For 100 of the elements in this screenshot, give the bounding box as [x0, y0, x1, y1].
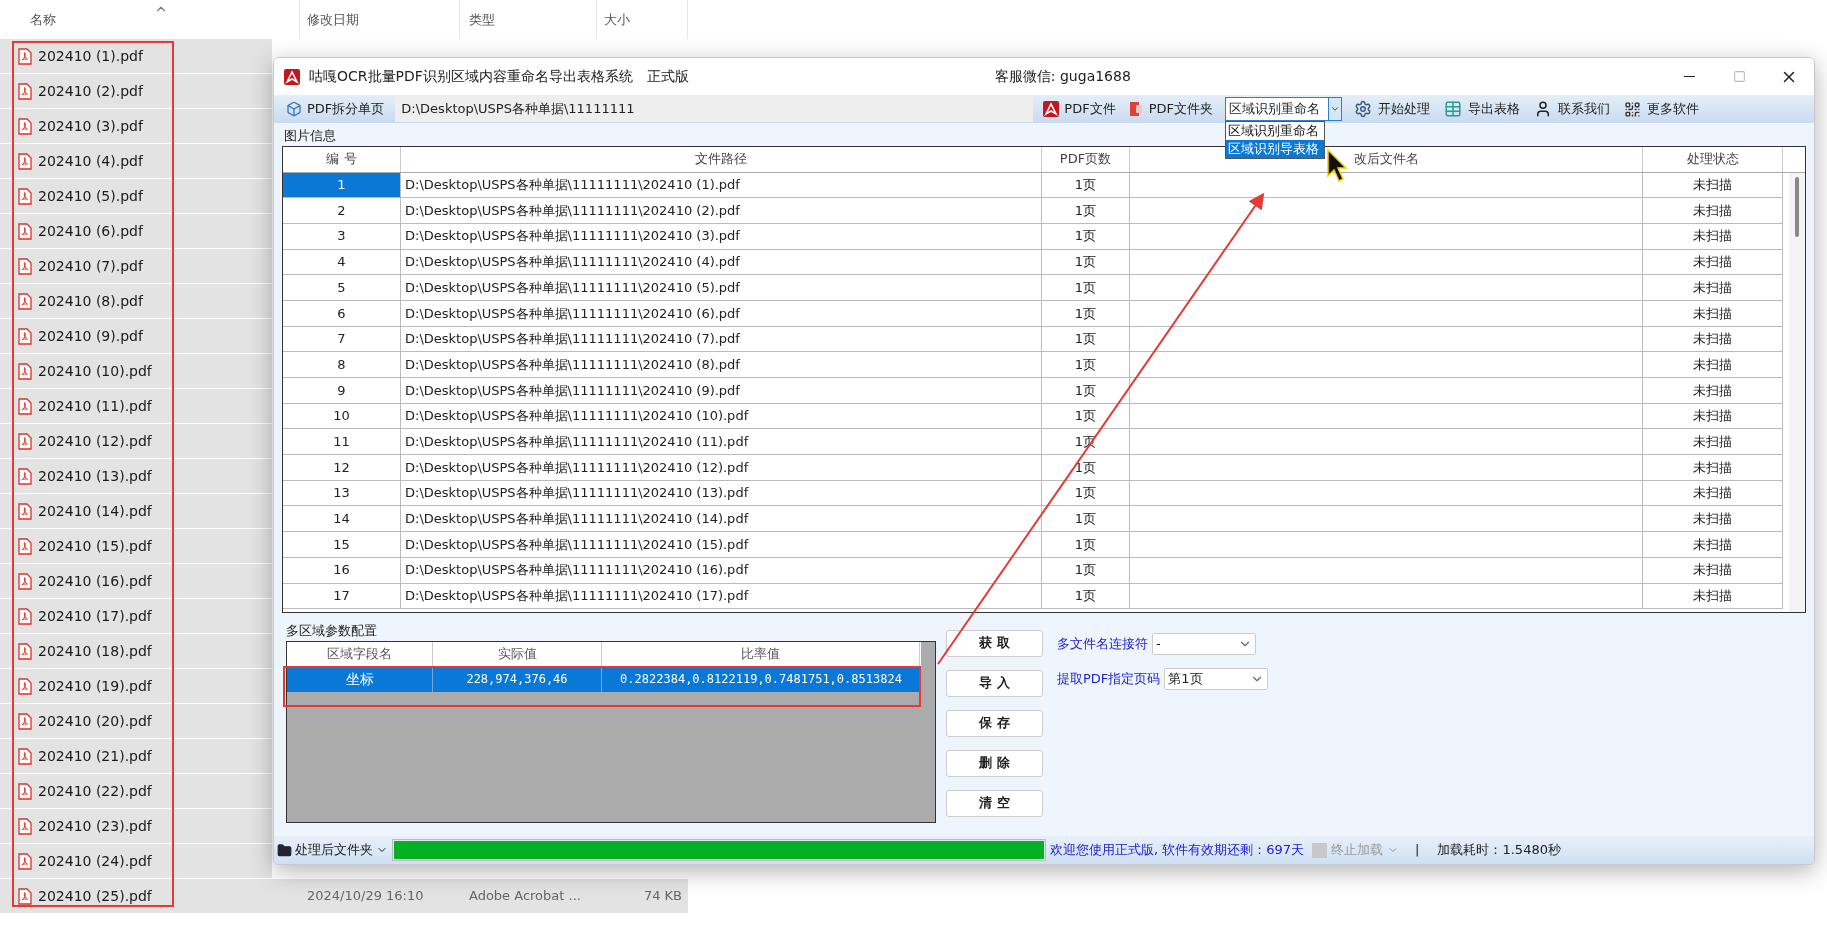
split-pages-button[interactable]: PDF拆分单页 — [284, 96, 387, 122]
dropdown-option[interactable]: 区域识别重命名 — [1226, 122, 1324, 140]
table-cell: 228,974,376,46 — [433, 666, 602, 692]
column-header[interactable]: 大小 — [604, 9, 630, 30]
table-cell: 1页 — [1042, 583, 1130, 609]
file-row[interactable]: 202410 (18).pdf — [0, 634, 272, 669]
region-action-button[interactable]: 保 存 — [946, 709, 1043, 737]
table-cell: 1页 — [1042, 403, 1130, 429]
scrollbar[interactable] — [1789, 172, 1805, 612]
output-folder-button[interactable]: 处理后文件夹 — [277, 840, 388, 860]
table-cell: 坐标 — [287, 666, 433, 692]
file-row[interactable]: 202410 (12).pdf — [0, 424, 272, 459]
column-header[interactable]: 修改日期 — [307, 9, 359, 30]
region-action-button[interactable]: 导 入 — [946, 669, 1043, 697]
option-select[interactable]: - — [1152, 632, 1256, 655]
pdf-file-icon — [18, 572, 32, 590]
table-cell: 11 — [283, 429, 401, 455]
file-row[interactable]: 202410 (21).pdf — [0, 739, 272, 774]
table-cell: 1页 — [1042, 557, 1130, 583]
file-row[interactable]: 202410 (4).pdf — [0, 144, 272, 179]
file-row[interactable]: 202410 (22).pdf — [0, 774, 272, 809]
file-row[interactable]: 202410 (19).pdf — [0, 669, 272, 704]
section-title: 多区域参数配置 — [286, 621, 378, 640]
edition-label: 正式版 — [646, 67, 689, 86]
file-row[interactable]: 202410 (10).pdf — [0, 354, 272, 389]
file-row[interactable]: 202410 (23).pdf — [0, 809, 272, 844]
file-name: 202410 (17).pdf — [38, 606, 152, 626]
mode-dropdown[interactable]: 区域识别重命名 — [1225, 97, 1342, 121]
file-row[interactable]: 202410 (8).pdf — [0, 284, 272, 319]
file-name: 202410 (4).pdf — [38, 151, 143, 171]
file-row[interactable]: 202410 (6).pdf — [0, 214, 272, 249]
table-cell: 17 — [283, 583, 401, 609]
table-cell: 1页 — [1042, 275, 1130, 300]
file-row[interactable]: 202410 (2).pdf — [0, 74, 272, 109]
table-cell: D:\Desktop\USPS各种单据\11111111\202410 (16).pdf — [401, 557, 1042, 583]
file-row[interactable]: 202410 (13).pdf — [0, 459, 272, 494]
pdf-file-icon — [18, 677, 32, 695]
file-row[interactable]: 202410 (9).pdf — [0, 319, 272, 354]
file-row[interactable]: 202410 (16).pdf — [0, 564, 272, 599]
toolbar-button[interactable]: 更多软件 — [1622, 96, 1701, 122]
table-cell: 未扫描 — [1643, 480, 1783, 506]
table-cell: D:\Desktop\USPS各种单据\11111111\202410 (7).pdf — [401, 326, 1042, 352]
file-row[interactable]: 202410 (11).pdf — [0, 389, 272, 424]
toolbar-button[interactable]: 导出表格 — [1442, 96, 1522, 122]
toolbar-button[interactable]: 联系我们 — [1532, 96, 1612, 122]
file-row[interactable]: 202410 (5).pdf — [0, 179, 272, 214]
column-header[interactable]: 文件路径 — [401, 146, 1042, 172]
region-action-button[interactable]: 获 取 — [946, 629, 1043, 657]
dropdown-option[interactable]: 区域识别导表格 — [1226, 140, 1324, 158]
pdf-file-icon — [18, 152, 32, 170]
file-row[interactable]: 202410 (17).pdf — [0, 599, 272, 634]
table-cell: 1页 — [1042, 249, 1130, 275]
region-action-button[interactable]: 删 除 — [946, 749, 1043, 777]
toolbar-button[interactable]: PDF文件 — [1041, 96, 1118, 122]
region-row[interactable]: 坐标 228,974,376,46 0.2822384,0.8122119,0.7481751,0.8513824 — [287, 666, 921, 692]
table-cell: D:\Desktop\USPS各种单据\11111111\202410 (15).pdf — [401, 532, 1042, 557]
file-row[interactable]: 202410 (7).pdf — [0, 249, 272, 284]
pdf-logo-icon — [1043, 101, 1060, 117]
column-header[interactable]: 名称 — [30, 9, 56, 30]
file-row[interactable]: 202410 (24).pdf — [0, 844, 272, 879]
pdf-file-icon — [18, 782, 32, 800]
path-field[interactable]: D:\Desktop\USPS各种单据\11111111 — [395, 96, 1034, 122]
table-cell: D:\Desktop\USPS各种单据\11111111\202410 (14).pdf — [401, 506, 1042, 532]
column-header[interactable]: 处理状态 — [1643, 146, 1783, 172]
file-row[interactable]: 202410 (1).pdf — [0, 39, 272, 74]
file-row[interactable]: 202410 (15).pdf — [0, 529, 272, 564]
file-row[interactable]: 202410 (14).pdf — [0, 494, 272, 529]
maximize-icon — [1732, 70, 1746, 83]
file-name: 202410 (5).pdf — [38, 186, 143, 206]
pdf-file-icon — [18, 187, 32, 205]
file-name: 202410 (1).pdf — [38, 46, 143, 66]
toolbar-button[interactable]: 开始处理 — [1352, 96, 1432, 122]
table-cell: 1页 — [1042, 352, 1130, 377]
column-header[interactable]: 实际值 — [433, 642, 602, 666]
column-header[interactable]: 比率值 — [602, 642, 920, 666]
column-header[interactable]: 编 号 — [283, 146, 401, 172]
file-name: 202410 (11).pdf — [38, 396, 152, 416]
file-row[interactable]: 202410 (3).pdf — [0, 109, 272, 144]
table-cell: 12 — [283, 455, 401, 480]
section-title: 图片信息 — [284, 128, 336, 143]
table-cell: 4 — [283, 249, 401, 275]
table-cell: 1页 — [1042, 172, 1130, 198]
column-header[interactable]: PDF页数 — [1042, 146, 1130, 172]
column-header[interactable]: 类型 — [469, 9, 495, 30]
table-cell: 未扫描 — [1643, 506, 1783, 532]
pdf-file-icon — [18, 467, 32, 485]
option-select[interactable]: 第1页 — [1164, 667, 1269, 690]
pdf-file-icon — [18, 222, 32, 240]
column-header[interactable]: 区域字段名 — [287, 642, 433, 666]
region-action-button[interactable]: 清 空 — [946, 789, 1043, 817]
table-cell: 1页 — [1042, 378, 1130, 403]
file-row[interactable]: 202410 (20).pdf — [0, 704, 272, 739]
pdf-file-icon — [18, 117, 32, 135]
file-row[interactable]: 202410 (25).pdf 2024/10/29 16:10 Adobe Acrobat ... 74 KB — [0, 879, 688, 914]
table-cell: D:\Desktop\USPS各种单据\11111111\202410 (1).pdf — [401, 172, 1042, 198]
table-cell: 2 — [283, 198, 401, 223]
table-cell: 未扫描 — [1643, 583, 1783, 609]
toolbar-button[interactable]: PDF文件夹 — [1125, 96, 1215, 122]
table-cell: 10 — [283, 403, 401, 429]
file-type: Adobe Acrobat ... — [468, 887, 582, 906]
